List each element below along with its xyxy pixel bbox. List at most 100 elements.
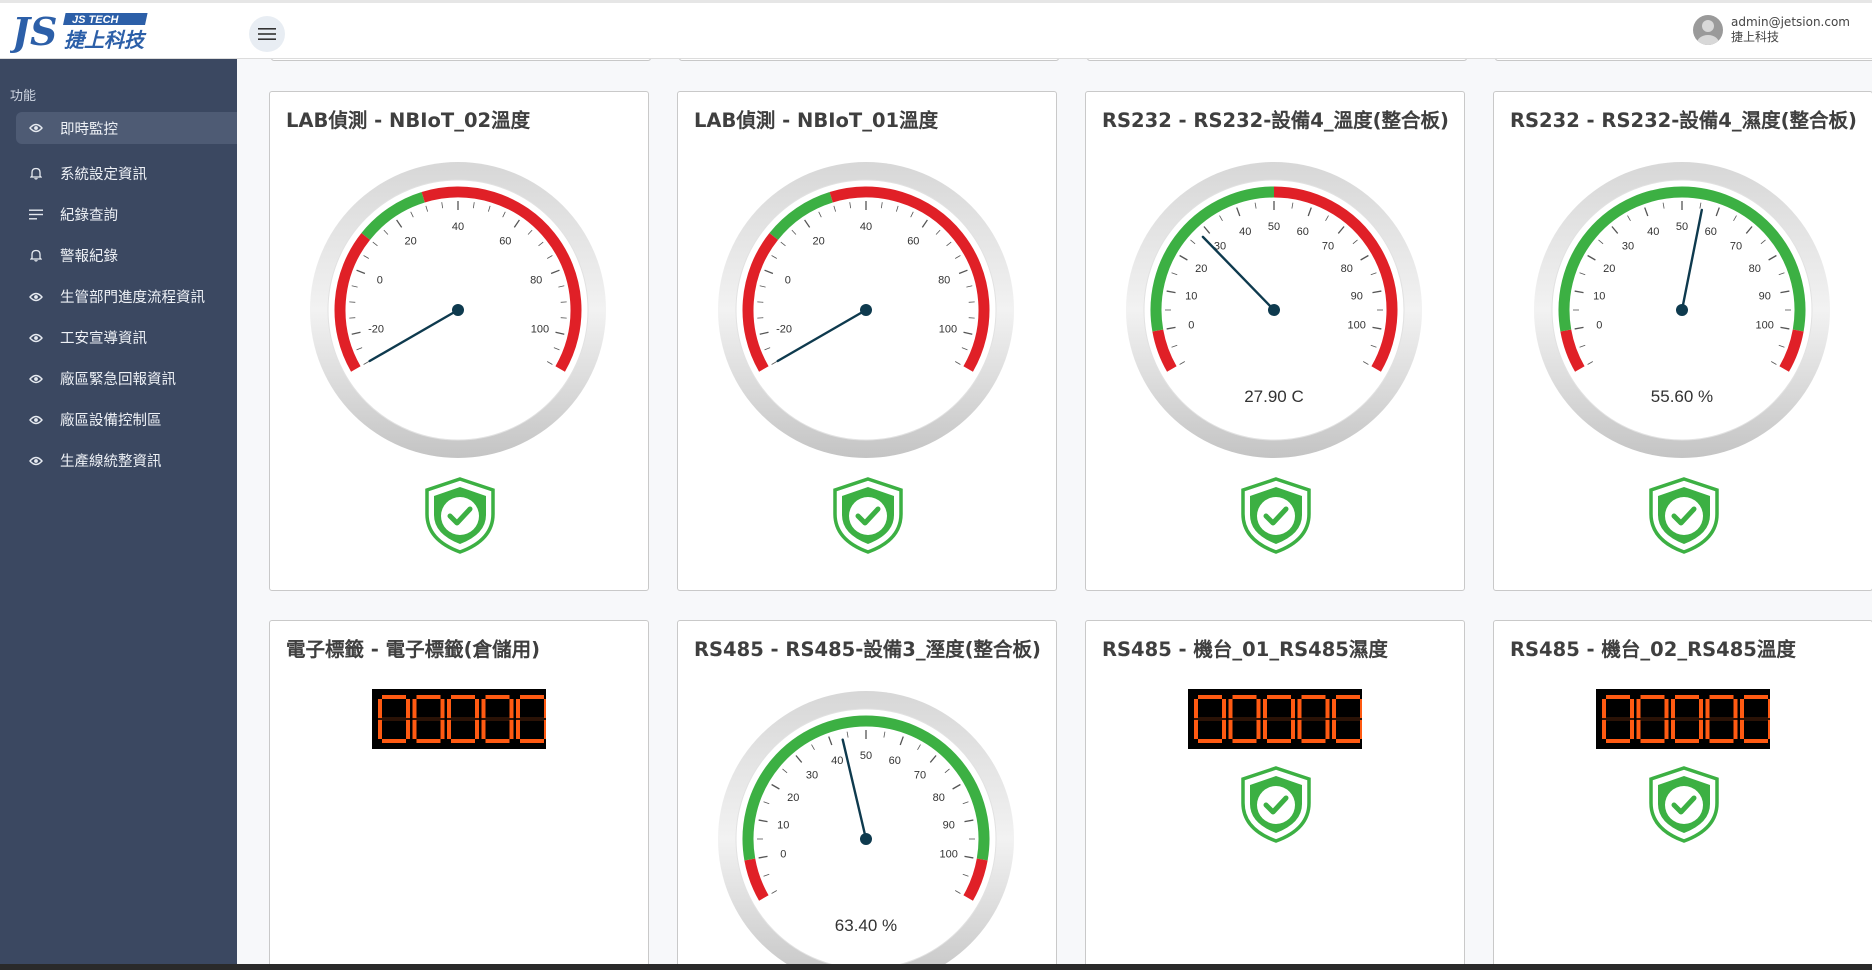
digit-segment bbox=[1675, 695, 1699, 699]
gauge-readout: 27.90 C bbox=[1244, 387, 1304, 406]
sensor-card[interactable]: RS232 - RS232-設備4_溫度(整合板) 0 10 20 30 40 50 60 70… bbox=[1085, 91, 1465, 591]
digit-segment bbox=[1744, 695, 1768, 699]
sidebar-item-0[interactable]: 即時監控 bbox=[16, 112, 237, 144]
digit-segment bbox=[451, 695, 475, 699]
digit-segment bbox=[1256, 699, 1261, 719]
sidebar-item-label: 廠區設備控制區 bbox=[60, 413, 162, 429]
digit-segment bbox=[1675, 739, 1699, 743]
gauge-tick-label: 20 bbox=[1603, 263, 1615, 275]
gauge-tick-label: 40 bbox=[831, 755, 843, 767]
digit-segment bbox=[1636, 719, 1641, 739]
sidebar-item-8[interactable]: 生產線統整資訊 bbox=[0, 440, 237, 481]
bell-icon bbox=[27, 247, 45, 265]
eye-icon bbox=[27, 119, 45, 137]
gauge-tick-label: 20 bbox=[1195, 263, 1207, 275]
gauge-tick-label: 80 bbox=[1749, 263, 1761, 275]
gauge-tick-label: 20 bbox=[813, 236, 825, 248]
gauge-tick-label: 30 bbox=[806, 770, 818, 782]
user-menu[interactable]: admin@jetsion.com 捷上科技 bbox=[1693, 15, 1850, 45]
sidebar-item-3[interactable]: 警報紀錄 bbox=[0, 235, 237, 276]
gauge-tick-label: 0 bbox=[1188, 320, 1194, 332]
digit-segment bbox=[447, 699, 451, 719]
list-icon bbox=[27, 206, 45, 224]
svg-text:JS: JS bbox=[10, 11, 57, 53]
eye-icon bbox=[27, 288, 45, 306]
sidebar-item-label: 生管部門進度流程資訊 bbox=[60, 290, 205, 306]
digit-segment bbox=[1640, 739, 1665, 743]
menu-toggle-button[interactable] bbox=[249, 16, 285, 52]
digit-segment bbox=[1291, 719, 1295, 739]
digit-segment bbox=[1194, 719, 1198, 739]
digit-segment bbox=[1222, 699, 1226, 719]
gauge-tick-label: 0 bbox=[377, 274, 383, 286]
digit-segment bbox=[1263, 699, 1267, 719]
sensor-card[interactable]: LAB偵測 - NBIoT_01溫度 -20 0 20 40 60 80 100 bbox=[677, 91, 1057, 591]
gauge: 0 10 20 30 40 50 60 70 80 90 100 55.60 % bbox=[1534, 162, 1830, 458]
gauge-tick-label: 80 bbox=[1341, 263, 1353, 275]
seven-segment-display bbox=[372, 689, 546, 749]
gauge-tick-label: 10 bbox=[1185, 290, 1197, 302]
sidebar-item-label: 紀錄查詢 bbox=[60, 208, 118, 224]
user-company: 捷上科技 bbox=[1731, 30, 1780, 44]
digit-segment bbox=[1709, 739, 1734, 743]
digit-segment bbox=[1630, 699, 1634, 719]
gauge-readout: 55.60 % bbox=[1651, 387, 1713, 406]
card-title: LAB偵測 - NBIoT_01溫度 bbox=[694, 109, 939, 132]
jstech-logo[interactable]: JS JS TECH 捷上科技 bbox=[10, 11, 152, 53]
sidebar-item-label: 廠區緊急回報資訊 bbox=[60, 372, 176, 388]
sensor-card[interactable]: RS485 - RS485-設備3_溼度(整合板) 0 10 20 30 40 50 60 70… bbox=[677, 620, 1057, 964]
digit-segment bbox=[1602, 699, 1606, 719]
sensor-card[interactable]: RS232 - RS232-設備4_濕度(整合板) 0 10 20 30 40 50 60 70… bbox=[1493, 91, 1872, 591]
digit-segment bbox=[1198, 695, 1222, 699]
gauge-tick-label: 40 bbox=[452, 221, 464, 233]
card-title: RS485 - RS485-設備3_溼度(整合板) bbox=[694, 638, 1041, 661]
sensor-card[interactable]: 電子標籤 - 電子標籤(倉儲用) bbox=[269, 620, 649, 964]
gauge-tick-label: 100 bbox=[940, 849, 958, 861]
digit-segment bbox=[1705, 699, 1710, 719]
digit-segment bbox=[1664, 719, 1669, 739]
user-email: admin@jetsion.com bbox=[1731, 15, 1850, 29]
gauge-tick-label: 60 bbox=[907, 236, 919, 248]
digit-segment bbox=[1602, 719, 1606, 739]
sidebar-item-5[interactable]: 工安宣導資訊 bbox=[0, 317, 237, 358]
gauge-tick-label: 60 bbox=[1297, 226, 1309, 238]
gauge-tick-label: -20 bbox=[776, 324, 792, 336]
sidebar-section-title: 功能 bbox=[10, 89, 37, 104]
gauge-tick-label: 70 bbox=[1322, 241, 1334, 253]
digit-segment bbox=[1606, 739, 1630, 743]
gauge-tick-label: 40 bbox=[1239, 226, 1251, 238]
gauge-tick-label: 50 bbox=[1676, 221, 1688, 233]
gauge-tick-label: 80 bbox=[933, 792, 945, 804]
gauge-tick-label: -20 bbox=[368, 324, 384, 336]
sensor-card[interactable]: RS485 - 機台_01_RS485濕度 bbox=[1085, 620, 1465, 964]
sidebar-item-6[interactable]: 廠區緊急回報資訊 bbox=[0, 358, 237, 399]
digit-segment bbox=[481, 699, 486, 719]
digit-segment bbox=[1636, 699, 1641, 719]
sidebar-item-7[interactable]: 廠區設備控制區 bbox=[0, 399, 237, 440]
shield-check-icon bbox=[1649, 477, 1719, 554]
sensor-card[interactable]: RS485 - 機台_02_RS485溫度 bbox=[1493, 620, 1872, 964]
digit-segment bbox=[516, 719, 520, 739]
digit-segment bbox=[378, 699, 382, 719]
digit-segment bbox=[1325, 699, 1330, 719]
card-title: RS485 - 機台_02_RS485溫度 bbox=[1510, 638, 1796, 661]
digit-segment bbox=[1740, 719, 1744, 739]
eye-icon bbox=[27, 452, 45, 470]
avatar bbox=[1693, 15, 1723, 45]
digit-segment bbox=[1267, 695, 1291, 699]
sidebar-item-2[interactable]: 紀錄查詢 bbox=[0, 194, 237, 235]
card-partial bbox=[1495, 59, 1872, 61]
sidebar-item-label: 即時監控 bbox=[60, 121, 118, 138]
sidebar-item-label: 生產線統整資訊 bbox=[60, 454, 162, 470]
digit-segment bbox=[1709, 695, 1734, 699]
sidebar-item-1[interactable]: 系統設定資訊 bbox=[0, 153, 237, 194]
hamburger-icon bbox=[258, 28, 276, 40]
gauge-tick-label: 10 bbox=[777, 819, 789, 831]
sidebar-item-4[interactable]: 生管部門進度流程資訊 bbox=[0, 276, 237, 317]
digit-segment bbox=[1297, 719, 1302, 739]
sensor-card[interactable]: LAB偵測 - NBIoT_02溫度 -20 0 20 40 60 80 100 bbox=[269, 91, 649, 591]
shield-check-icon bbox=[833, 477, 903, 554]
gauge-hub bbox=[1268, 304, 1280, 316]
sidebar-item-label: 警報紀錄 bbox=[60, 249, 118, 265]
gauge-hub bbox=[452, 304, 464, 316]
